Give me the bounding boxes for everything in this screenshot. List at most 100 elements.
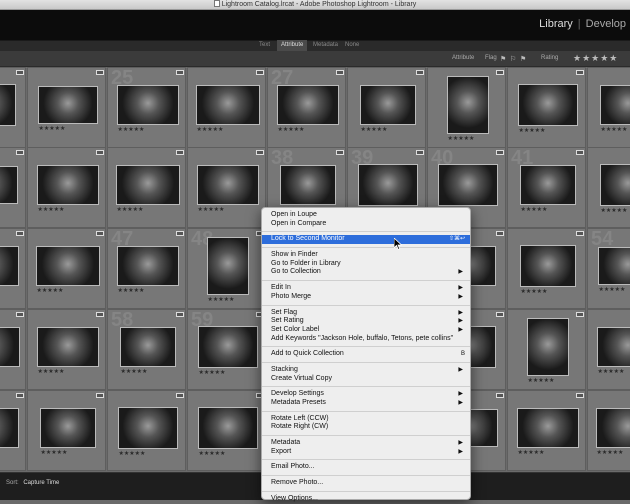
photo-thumbnail[interactable] [38, 86, 98, 124]
photo-thumbnail[interactable] [117, 246, 179, 286]
grid-cell[interactable]: ★★★★★ [27, 67, 106, 148]
cell-rating-stars[interactable]: ★★★★★ [38, 368, 65, 375]
cell-rating-stars[interactable]: ★★★★★ [121, 368, 148, 375]
photo-thumbnail[interactable] [0, 246, 19, 286]
cell-rating-stars[interactable]: ★★★★★ [528, 377, 555, 384]
menu-item[interactable]: Metadata Presets▶ [262, 399, 470, 408]
photo-thumbnail[interactable] [277, 85, 339, 125]
sort-dropdown[interactable]: Capture Time [23, 480, 59, 486]
cell-rating-stars[interactable]: ★★★★★ [37, 287, 64, 294]
grid-cell[interactable]: ★★★★★ [507, 228, 586, 309]
menu-item[interactable]: Set Rating▶ [262, 317, 470, 326]
photo-thumbnail[interactable] [360, 85, 416, 125]
photo-thumbnail[interactable] [600, 85, 630, 125]
photo-thumbnail[interactable] [196, 85, 260, 125]
photo-thumbnail[interactable] [596, 408, 630, 448]
grid-cell[interactable]: ★★★★★ [27, 309, 106, 390]
grid-cell[interactable]: ★★★★★ [587, 67, 630, 148]
grid-cell[interactable]: ★★★★★ [27, 147, 106, 228]
photo-thumbnail[interactable] [198, 326, 258, 368]
flag-unflagged-icon[interactable]: ⚐ [510, 55, 518, 62]
menu-item[interactable]: Add to Quick CollectionB [262, 350, 470, 359]
photo-thumbnail[interactable] [36, 246, 100, 286]
photo-thumbnail[interactable] [598, 247, 630, 285]
grid-cell[interactable]: ★★★★★ [347, 67, 426, 148]
menu-item[interactable]: Set Color Label▶ [262, 326, 470, 335]
cell-rating-stars[interactable]: ★★★★★ [38, 206, 65, 213]
rating-filter-stars[interactable]: ★★★★★ [573, 53, 618, 64]
grid-cell[interactable]: ★★★★★ [587, 147, 630, 228]
menu-item[interactable]: Open in Loupe [262, 211, 470, 220]
grid-cell[interactable]: ★★★★★ [507, 390, 586, 471]
grid-cell[interactable]: ★★★★★ [187, 67, 266, 148]
grid-cell[interactable]: ★★★★★ [27, 390, 106, 471]
grid-cell[interactable]: 54★★★★★ [587, 228, 630, 309]
photo-thumbnail[interactable] [116, 165, 180, 205]
grid-cell[interactable]: ★★★★★ [507, 67, 586, 148]
photo-thumbnail[interactable] [0, 327, 20, 367]
photo-thumbnail[interactable] [0, 84, 16, 126]
photo-thumbnail[interactable] [517, 408, 579, 448]
menu-item[interactable]: Go to Collection▶ [262, 268, 470, 277]
cell-rating-stars[interactable]: ★★★★★ [208, 296, 235, 303]
menu-item[interactable]: Photo Merge▶ [262, 293, 470, 302]
grid-cell[interactable]: 27★★★★★ [267, 67, 346, 148]
cell-rating-stars[interactable]: ★★★★★ [597, 449, 624, 456]
grid-cell[interactable]: ★★★★★ [507, 309, 586, 390]
photo-thumbnail[interactable] [198, 407, 258, 449]
menu-item[interactable]: Lock to Second Monitor⇧⌘↩ [262, 235, 470, 244]
cell-rating-stars[interactable]: ★★★★★ [518, 449, 545, 456]
flag-pick-icon[interactable]: ⚑ [500, 55, 508, 62]
photo-thumbnail[interactable] [527, 318, 569, 376]
photo-thumbnail[interactable] [358, 164, 418, 206]
grid-cell[interactable]: ★★★★★ [0, 147, 26, 228]
menu-item[interactable]: Export▶ [262, 448, 470, 457]
photo-thumbnail[interactable] [207, 237, 249, 295]
menu-item[interactable]: Rotate Left (CCW) [262, 415, 470, 424]
grid-cell[interactable]: 58★★★★★ [107, 309, 186, 390]
cell-rating-stars[interactable]: ★★★★★ [521, 206, 548, 213]
menu-item[interactable]: Email Photo... [262, 463, 470, 472]
cell-rating-stars[interactable]: ★★★★★ [448, 135, 475, 142]
cell-rating-stars[interactable]: ★★★★★ [118, 287, 145, 294]
menu-item[interactable]: Set Flag▶ [262, 309, 470, 318]
grid-cell[interactable]: 48★★★★★ [187, 228, 266, 309]
photo-thumbnail[interactable] [447, 76, 489, 134]
photo-thumbnail[interactable] [520, 165, 576, 205]
grid-cell[interactable]: 25★★★★★ [107, 67, 186, 148]
photo-thumbnail[interactable] [0, 166, 18, 204]
cell-rating-stars[interactable]: ★★★★★ [199, 369, 226, 376]
menu-item[interactable]: Rotate Right (CW) [262, 423, 470, 432]
photo-thumbnail[interactable] [280, 165, 336, 205]
grid-cell[interactable]: ★★★★★ [0, 228, 26, 309]
grid-cell[interactable]: ★★★★★ [107, 390, 186, 471]
photo-thumbnail[interactable] [518, 84, 578, 126]
grid-cell[interactable]: 59★★★★★ [187, 309, 266, 390]
grid-cell[interactable]: ★★★★★ [587, 390, 630, 471]
photo-thumbnail[interactable] [197, 165, 259, 205]
cell-rating-stars[interactable]: ★★★★★ [521, 288, 548, 295]
menu-item[interactable]: Go to Folder in Library [262, 260, 470, 269]
photo-thumbnail[interactable] [117, 85, 179, 125]
cell-rating-stars[interactable]: ★★★★★ [601, 126, 628, 133]
tab-none[interactable]: None [341, 40, 363, 51]
cell-rating-stars[interactable]: ★★★★★ [519, 127, 546, 134]
menu-item[interactable]: Metadata▶ [262, 439, 470, 448]
cell-rating-stars[interactable]: ★★★★★ [199, 450, 226, 457]
photo-thumbnail[interactable] [0, 408, 19, 448]
menu-item[interactable]: Open in Compare [262, 220, 470, 229]
cell-rating-stars[interactable]: ★★★★★ [598, 368, 625, 375]
cell-rating-stars[interactable]: ★★★★★ [118, 126, 145, 133]
cell-rating-stars[interactable]: ★★★★★ [39, 125, 66, 132]
grid-cell[interactable]: 41★★★★★ [507, 147, 586, 228]
menu-item[interactable]: View Options... [262, 495, 470, 504]
tab-attribute[interactable]: Attribute [277, 40, 307, 51]
grid-cell[interactable]: ★★★★★ [0, 309, 26, 390]
cell-rating-stars[interactable]: ★★★★★ [41, 449, 68, 456]
photo-thumbnail[interactable] [438, 164, 498, 206]
photo-thumbnail[interactable] [597, 327, 630, 367]
grid-cell[interactable]: ★★★★★ [187, 390, 266, 471]
menu-item[interactable]: Remove Photo... [262, 479, 470, 488]
flag-reject-icon[interactable]: ⚑ [520, 55, 528, 62]
grid-cell[interactable]: ★★★★★ [107, 147, 186, 228]
